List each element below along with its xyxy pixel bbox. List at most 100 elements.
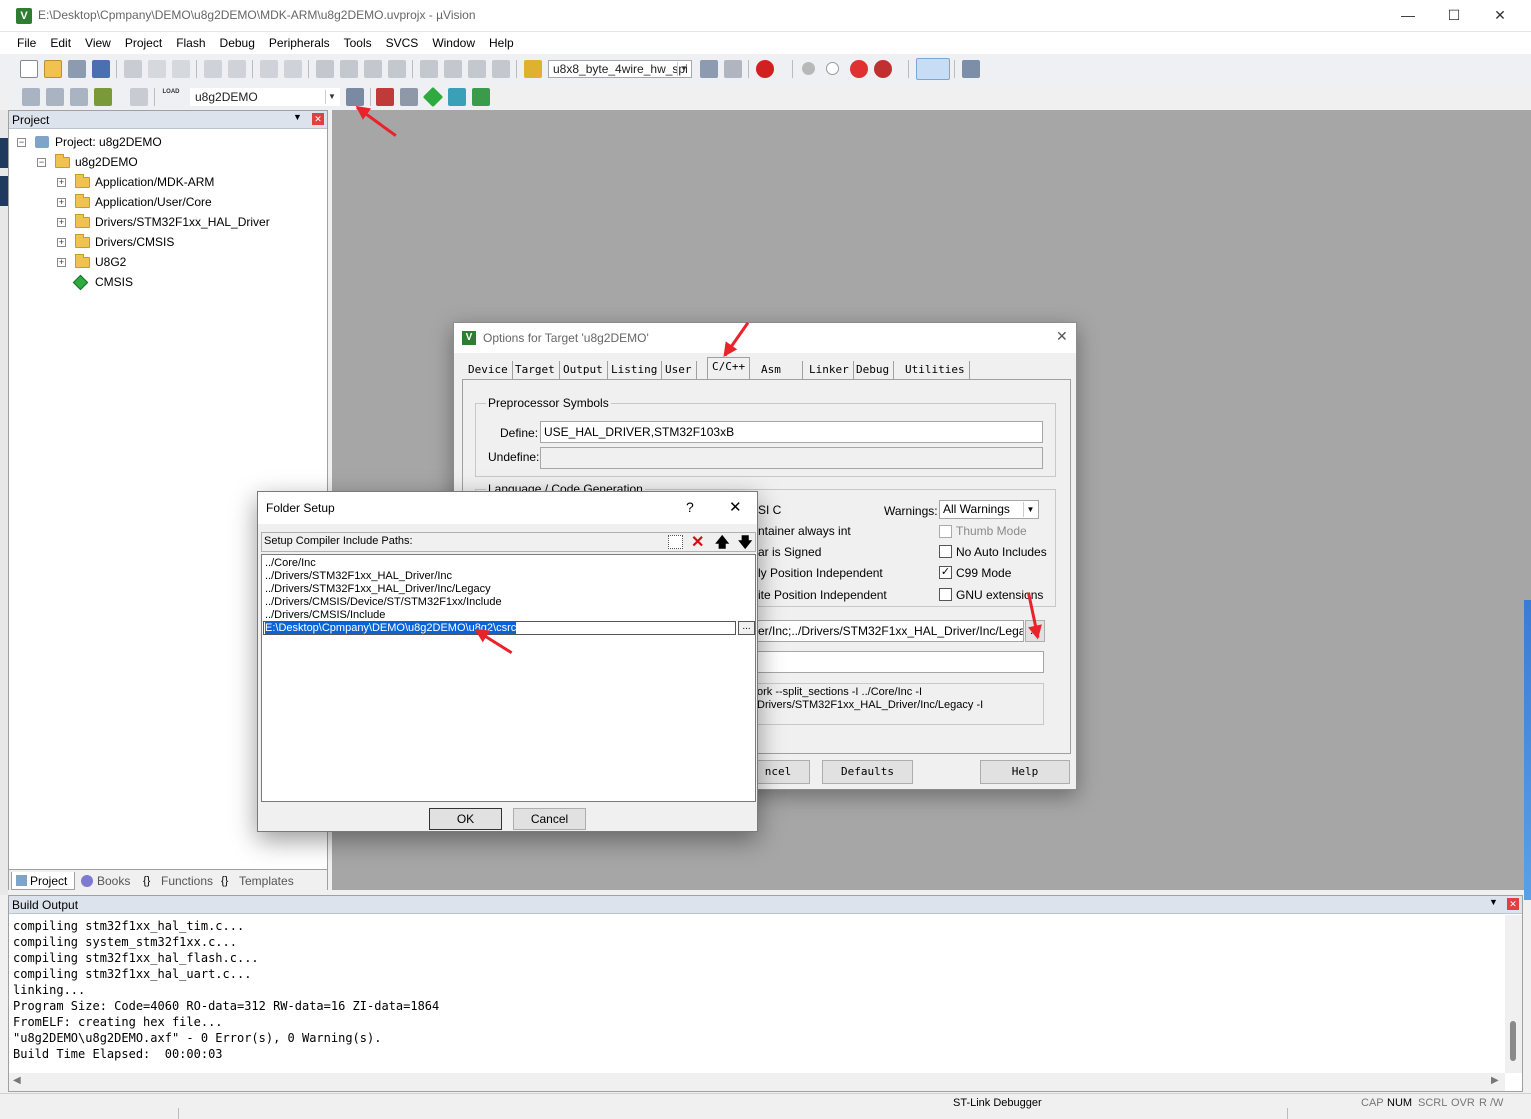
pack-installer-icon[interactable]	[472, 88, 490, 106]
tab-device[interactable]: Device	[464, 361, 513, 379]
menu-window[interactable]: Window	[425, 33, 482, 53]
move-down-icon[interactable]: 🡇	[738, 532, 752, 556]
maximize-button[interactable]: ☐	[1431, 0, 1477, 32]
list-item[interactable]: ../Drivers/STM32F1xx_HAL_Driver/Inc	[265, 570, 452, 583]
menu-view[interactable]: View	[78, 33, 118, 53]
tab-target[interactable]: Target	[511, 361, 560, 379]
tab-user[interactable]: User	[661, 361, 697, 379]
expand-icon[interactable]: +	[57, 258, 66, 267]
tree-target[interactable]: − u8g2DEMO	[35, 153, 315, 171]
close-panel-icon[interactable]: ✕	[1507, 898, 1519, 910]
tree-group[interactable]: + Application/User/Core	[55, 193, 315, 211]
no-auto-includes-checkbox[interactable]	[939, 545, 952, 558]
close-dialog-icon[interactable]: ✕	[729, 498, 742, 516]
find-in-files-icon[interactable]	[524, 60, 542, 78]
c99-mode-checkbox[interactable]: ✓	[939, 566, 952, 579]
menu-help[interactable]: Help	[482, 33, 521, 53]
list-item[interactable]: ../Drivers/STM32F1xx_HAL_Driver/Inc/Lega…	[265, 583, 491, 596]
tab-debug[interactable]: Debug	[852, 361, 895, 379]
manage-multi-project-icon[interactable]	[400, 88, 418, 106]
build-icon[interactable]	[46, 88, 64, 106]
help-button[interactable]: Help	[980, 760, 1070, 784]
menu-file[interactable]: File	[10, 33, 43, 53]
tab-asm[interactable]: Asm	[757, 361, 803, 379]
close-window-button[interactable]: ✕	[1477, 0, 1523, 32]
path-edit-field[interactable]: E:\Desktop\Cpmpany\DEMO\u8g2DEMO\u8g2\cs…	[263, 621, 736, 635]
tab-listing[interactable]: Listing	[607, 361, 663, 379]
open-file-icon[interactable]	[44, 60, 62, 78]
menu-project[interactable]: Project	[118, 33, 169, 53]
tab-books[interactable]: Books	[79, 872, 130, 890]
incremental-find-icon[interactable]	[724, 60, 742, 78]
insert-breakpoint-icon[interactable]	[802, 62, 815, 75]
tab-utilities[interactable]: Utilities	[901, 361, 970, 379]
disable-breakpoints-icon[interactable]	[850, 60, 868, 78]
manage-project-items-icon[interactable]	[376, 88, 394, 106]
close-panel-icon[interactable]: ✕	[312, 113, 324, 125]
menu-tools[interactable]: Tools	[337, 33, 379, 53]
translate-icon[interactable]	[22, 88, 40, 106]
debug-session-icon[interactable]	[756, 60, 774, 78]
pin-icon[interactable]: ▼	[293, 112, 302, 122]
scroll-left-icon[interactable]: ◀	[13, 1075, 21, 1086]
expand-icon[interactable]: +	[57, 178, 66, 187]
cut-icon[interactable]	[124, 60, 142, 78]
list-item[interactable]: ../Drivers/CMSIS/Device/ST/STM32F1xx/Inc…	[265, 596, 502, 609]
tree-group[interactable]: + U8G2	[55, 253, 315, 271]
load-flash-icon[interactable]: LOAD	[162, 88, 180, 106]
stop-build-icon[interactable]	[130, 88, 148, 106]
comment-icon[interactable]	[468, 60, 486, 78]
list-item[interactable]: ../Core/Inc	[265, 557, 316, 570]
undo-icon[interactable]	[204, 60, 222, 78]
minimize-button[interactable]: —	[1385, 0, 1431, 32]
expand-icon[interactable]: +	[57, 238, 66, 247]
uncomment-icon[interactable]	[492, 60, 510, 78]
misc-controls-input[interactable]	[754, 651, 1044, 673]
batch-build-icon[interactable]	[94, 88, 112, 106]
find-combo[interactable]: u8x8_byte_4wire_hw_spi ▼	[548, 60, 692, 78]
rebuild-icon[interactable]	[70, 88, 88, 106]
menu-peripherals[interactable]: Peripherals	[262, 33, 337, 53]
configure-icon[interactable]	[962, 60, 980, 78]
tree-cmsis[interactable]: CMSIS	[55, 273, 315, 291]
horizontal-scrollbar[interactable]: ◀ ▶	[9, 1073, 1505, 1091]
ok-button[interactable]: OK	[429, 808, 502, 830]
scroll-right-icon[interactable]: ▶	[1491, 1075, 1499, 1086]
menu-flash[interactable]: Flash	[169, 33, 212, 53]
cancel-button[interactable]: Cancel	[513, 808, 586, 830]
target-select[interactable]: u8g2DEMO ▼	[190, 88, 340, 106]
kill-breakpoints-icon[interactable]	[874, 60, 892, 78]
path-browse-button[interactable]: ...	[738, 621, 755, 635]
thumb-mode-checkbox[interactable]	[939, 525, 952, 538]
tab-project[interactable]: Project	[11, 872, 75, 890]
bookmark-icon[interactable]	[316, 60, 334, 78]
include-paths-input[interactable]: er/Inc;../Drivers/STM32F1xx_HAL_Driver/I…	[754, 620, 1024, 642]
navigate-forward-icon[interactable]	[284, 60, 302, 78]
window-layout-icon[interactable]	[916, 58, 950, 80]
delete-item-icon[interactable]: ✕	[691, 532, 704, 552]
find-icon[interactable]	[700, 60, 718, 78]
help-icon[interactable]: ?	[686, 499, 694, 515]
unindent-icon[interactable]	[444, 60, 462, 78]
vertical-scrollbar[interactable]	[1505, 915, 1522, 1073]
new-item-icon[interactable]	[668, 535, 683, 549]
new-file-icon[interactable]	[20, 60, 38, 78]
collapse-icon[interactable]: −	[17, 138, 26, 147]
undefine-input[interactable]	[540, 447, 1043, 469]
indent-icon[interactable]	[420, 60, 438, 78]
collapse-icon[interactable]: −	[37, 158, 46, 167]
tree-group[interactable]: + Drivers/STM32F1xx_HAL_Driver	[55, 213, 315, 231]
tab-output[interactable]: Output	[559, 361, 608, 379]
close-dialog-icon[interactable]: ✕	[1056, 328, 1068, 345]
tree-group[interactable]: + Drivers/CMSIS	[55, 233, 315, 251]
expand-icon[interactable]: +	[57, 218, 66, 227]
navigate-back-icon[interactable]	[260, 60, 278, 78]
copy-icon[interactable]	[148, 60, 166, 78]
expand-icon[interactable]: +	[57, 198, 66, 207]
redo-icon[interactable]	[228, 60, 246, 78]
tab-templates[interactable]: {} Templates	[221, 872, 294, 890]
save-all-icon[interactable]	[92, 60, 110, 78]
move-up-icon[interactable]: 🡅	[715, 532, 729, 556]
pin-icon[interactable]: ▼	[1489, 897, 1498, 907]
warnings-select[interactable]: All Warnings ▼	[939, 500, 1039, 519]
